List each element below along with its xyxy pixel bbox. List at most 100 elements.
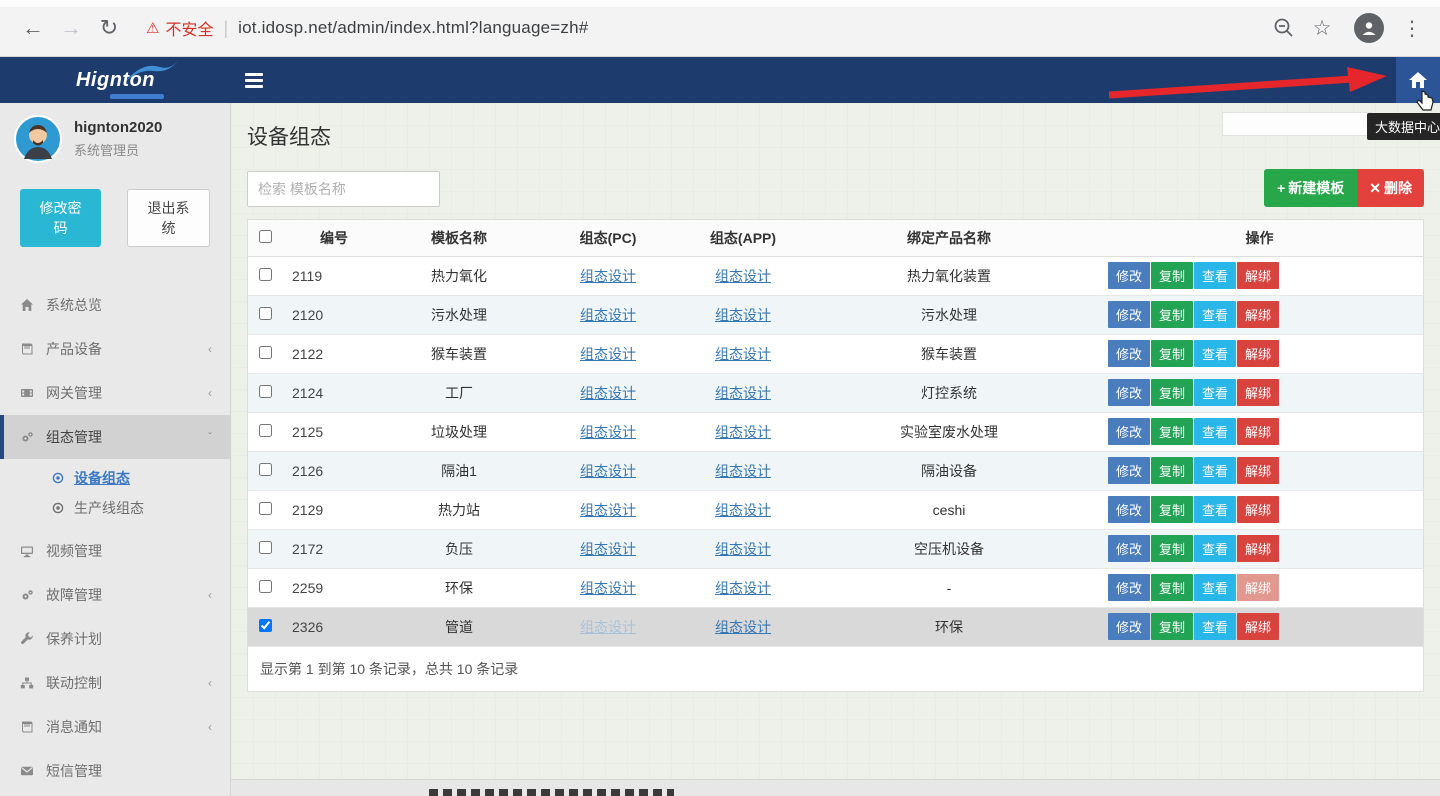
row-checkbox[interactable] — [259, 619, 272, 632]
pc-design-link[interactable]: 组态设计 — [580, 619, 636, 635]
copy-button[interactable]: 复制 — [1151, 496, 1193, 523]
pc-design-link[interactable]: 组态设计 — [580, 385, 636, 401]
view-button[interactable]: 查看 — [1194, 301, 1236, 328]
sidebar-item-1[interactable]: 产品设备‹ — [0, 327, 230, 371]
browser-menu-icon[interactable]: ⋮ — [1398, 16, 1426, 41]
pc-design-link[interactable]: 组态设计 — [580, 580, 636, 596]
edit-button[interactable]: 修改 — [1108, 340, 1150, 367]
submenu-item-1[interactable]: 生产线组态 — [0, 493, 230, 523]
copy-button[interactable]: 复制 — [1151, 418, 1193, 445]
browser-profile-icon[interactable] — [1354, 13, 1384, 43]
app-design-link[interactable]: 组态设计 — [715, 619, 771, 635]
edit-button[interactable]: 修改 — [1108, 574, 1150, 601]
unbind-button[interactable]: 解绑 — [1237, 262, 1279, 289]
app-design-link[interactable]: 组态设计 — [715, 541, 771, 557]
new-template-button[interactable]: +新建模板 — [1264, 169, 1357, 207]
row-checkbox[interactable] — [259, 268, 272, 281]
bookmark-star-icon[interactable]: ☆ — [1304, 16, 1340, 41]
row-checkbox[interactable] — [259, 424, 272, 437]
unbind-button[interactable]: 解绑 — [1237, 496, 1279, 523]
unbind-button[interactable]: 解绑 — [1237, 457, 1279, 484]
select-all-checkbox[interactable] — [259, 230, 272, 243]
view-button[interactable]: 查看 — [1194, 379, 1236, 406]
row-checkbox[interactable] — [259, 580, 272, 593]
app-design-link[interactable]: 组态设计 — [715, 424, 771, 440]
pc-design-link[interactable]: 组态设计 — [580, 463, 636, 479]
copy-button[interactable]: 复制 — [1151, 301, 1193, 328]
delete-button[interactable]: ✕删除 — [1357, 169, 1424, 207]
zoom-out-icon[interactable] — [1272, 16, 1296, 40]
sidebar-item-7[interactable]: 联动控制‹ — [0, 661, 230, 705]
view-button[interactable]: 查看 — [1194, 535, 1236, 562]
copy-button[interactable]: 复制 — [1151, 574, 1193, 601]
big-data-center-home-button[interactable] — [1396, 57, 1440, 103]
copy-button[interactable]: 复制 — [1151, 262, 1193, 289]
edit-button[interactable]: 修改 — [1108, 535, 1150, 562]
view-button[interactable]: 查看 — [1194, 262, 1236, 289]
view-button[interactable]: 查看 — [1194, 496, 1236, 523]
empty-input-box[interactable] — [1222, 112, 1372, 136]
copy-button[interactable]: 复制 — [1151, 457, 1193, 484]
search-input[interactable] — [247, 171, 440, 207]
pc-design-link[interactable]: 组态设计 — [580, 307, 636, 323]
sidebar-item-4[interactable]: 视频管理 — [0, 529, 230, 573]
row-checkbox[interactable] — [259, 541, 272, 554]
unbind-button[interactable]: 解绑 — [1237, 535, 1279, 562]
view-button[interactable]: 查看 — [1194, 457, 1236, 484]
unbind-button[interactable]: 解绑 — [1237, 418, 1279, 445]
sidebar-item-8[interactable]: 消息通知‹ — [0, 705, 230, 749]
app-design-link[interactable]: 组态设计 — [715, 385, 771, 401]
sidebar-item-3[interactable]: 组态管理ˇ — [0, 415, 230, 459]
app-design-link[interactable]: 组态设计 — [715, 502, 771, 518]
copy-button[interactable]: 复制 — [1151, 379, 1193, 406]
forward-icon[interactable]: → — [52, 15, 90, 41]
row-checkbox[interactable] — [259, 502, 272, 515]
sidebar-item-5[interactable]: 故障管理‹ — [0, 573, 230, 617]
app-design-link[interactable]: 组态设计 — [715, 307, 771, 323]
app-design-link[interactable]: 组态设计 — [715, 463, 771, 479]
change-password-button[interactable]: 修改密码 — [20, 189, 101, 247]
pc-design-link[interactable]: 组态设计 — [580, 541, 636, 557]
copy-button[interactable]: 复制 — [1151, 535, 1193, 562]
view-button[interactable]: 查看 — [1194, 340, 1236, 367]
row-checkbox[interactable] — [259, 307, 272, 320]
row-checkbox[interactable] — [259, 346, 272, 359]
back-icon[interactable]: ← — [14, 15, 52, 41]
view-button[interactable]: 查看 — [1194, 418, 1236, 445]
edit-button[interactable]: 修改 — [1108, 457, 1150, 484]
logout-button[interactable]: 退出系统 — [127, 189, 210, 247]
edit-button[interactable]: 修改 — [1108, 379, 1150, 406]
address-bar-url[interactable]: iot.idosp.net/admin/index.html?language=… — [238, 18, 588, 38]
submenu-item-0[interactable]: 设备组态 — [0, 463, 230, 493]
edit-button[interactable]: 修改 — [1108, 496, 1150, 523]
app-design-link[interactable]: 组态设计 — [715, 580, 771, 596]
unbind-button[interactable]: 解绑 — [1237, 574, 1279, 601]
sidebar-item-2[interactable]: 网关管理‹ — [0, 371, 230, 415]
app-design-link[interactable]: 组态设计 — [715, 268, 771, 284]
copy-button[interactable]: 复制 — [1151, 613, 1193, 640]
pc-design-link[interactable]: 组态设计 — [580, 424, 636, 440]
unbind-button[interactable]: 解绑 — [1237, 301, 1279, 328]
pc-design-link[interactable]: 组态设计 — [580, 346, 636, 362]
row-checkbox[interactable] — [259, 385, 272, 398]
unbind-button[interactable]: 解绑 — [1237, 613, 1279, 640]
edit-button[interactable]: 修改 — [1108, 301, 1150, 328]
edit-button[interactable]: 修改 — [1108, 418, 1150, 445]
sidebar-item-9[interactable]: 短信管理 — [0, 749, 230, 793]
row-checkbox[interactable] — [259, 463, 272, 476]
copy-button[interactable]: 复制 — [1151, 340, 1193, 367]
unbind-button[interactable]: 解绑 — [1237, 340, 1279, 367]
sidebar-item-6[interactable]: 保养计划 — [0, 617, 230, 661]
view-button[interactable]: 查看 — [1194, 574, 1236, 601]
sidebar-item-0[interactable]: 系统总览 — [0, 283, 230, 327]
edit-button[interactable]: 修改 — [1108, 262, 1150, 289]
pc-design-link[interactable]: 组态设计 — [580, 268, 636, 284]
hamburger-menu-icon[interactable] — [231, 57, 277, 103]
unbind-button[interactable]: 解绑 — [1237, 379, 1279, 406]
edit-button[interactable]: 修改 — [1108, 613, 1150, 640]
security-badge[interactable]: ⚠ 不安全 — [146, 16, 213, 40]
app-design-link[interactable]: 组态设计 — [715, 346, 771, 362]
reload-icon[interactable]: ↻ — [90, 15, 128, 41]
pc-design-link[interactable]: 组态设计 — [580, 502, 636, 518]
view-button[interactable]: 查看 — [1194, 613, 1236, 640]
